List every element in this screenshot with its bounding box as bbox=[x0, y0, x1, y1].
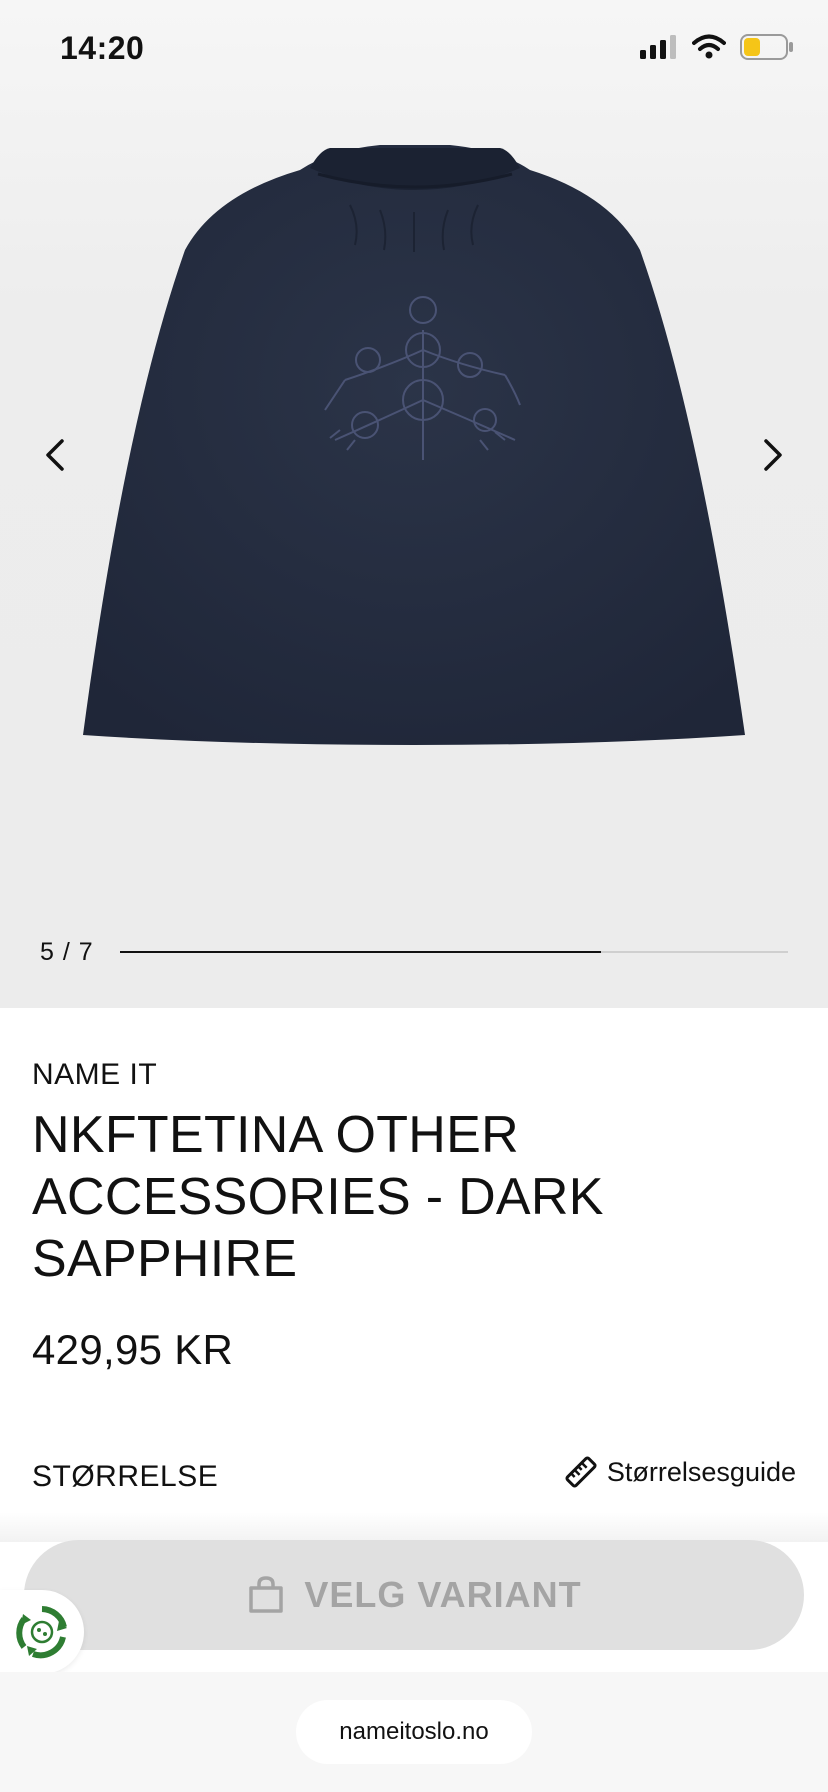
product-image[interactable] bbox=[0, 0, 828, 900]
select-variant-button[interactable]: VELG VARIANT bbox=[24, 1540, 804, 1650]
size-label: STØRRELSE bbox=[32, 1460, 219, 1493]
product-title: NKFTETINA OTHER ACCESSORIES - DARK SAPPH… bbox=[32, 1106, 604, 1288]
recycle-icon bbox=[16, 1606, 67, 1659]
next-image-button[interactable] bbox=[743, 425, 803, 485]
eco-badge[interactable] bbox=[0, 1590, 84, 1674]
gallery-progress-fill bbox=[120, 951, 601, 953]
browser-url-pill[interactable]: nameitoslo.no bbox=[296, 1700, 532, 1764]
size-guide-label: Størrelsesguide bbox=[606, 1456, 796, 1487]
wifi-icon bbox=[692, 34, 726, 59]
product-price: 429,95 KR bbox=[32, 1326, 234, 1373]
status-time: 14:20 bbox=[60, 30, 145, 66]
chevron-right-icon bbox=[764, 439, 782, 471]
product-gallery[interactable]: 5 / 7 bbox=[0, 0, 828, 1008]
size-guide-link[interactable]: Størrelsesguide bbox=[565, 1456, 796, 1488]
battery-icon bbox=[740, 34, 793, 60]
status-bar: 14:20 bbox=[0, 0, 828, 100]
previous-image-button[interactable] bbox=[25, 425, 85, 485]
gallery-progress-bar bbox=[120, 951, 788, 953]
ruler-icon bbox=[565, 1456, 597, 1488]
signal-icon bbox=[640, 35, 676, 59]
slide-counter: 5 / 7 bbox=[40, 938, 94, 966]
size-options-fade bbox=[0, 1512, 828, 1542]
chevron-left-icon bbox=[46, 439, 64, 471]
browser-url: nameitoslo.no bbox=[339, 1718, 489, 1745]
product-brand: NAME IT bbox=[32, 1058, 158, 1091]
select-variant-label: VELG VARIANT bbox=[304, 1574, 582, 1615]
shopping-bag-icon bbox=[249, 1576, 284, 1613]
